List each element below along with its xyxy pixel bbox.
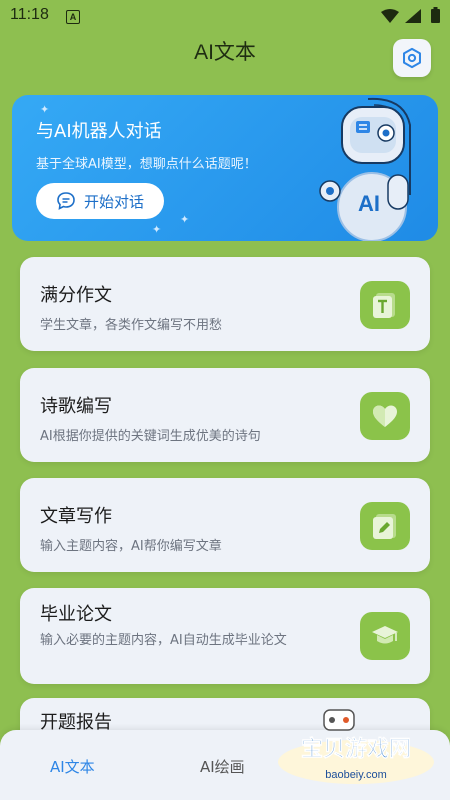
card-icon-box bbox=[360, 392, 410, 440]
watermark-url: baobeiy.com bbox=[325, 769, 387, 781]
card-title: 文章写作 bbox=[40, 506, 112, 527]
status-time: 11:18 bbox=[10, 6, 49, 23]
card-desc: 学生文章，各类作文编写不用愁 bbox=[40, 318, 223, 333]
card-desc: 输入必要的主题内容，AI自动生成毕业论文 bbox=[40, 633, 287, 648]
card-icon-box bbox=[360, 502, 410, 550]
watermark-logo: 宝贝游戏网 baobeiy.com bbox=[278, 709, 434, 784]
banner-subtitle: 基于全球AI模型，想聊点什么话题呢！ bbox=[36, 157, 257, 172]
card-poem-writing[interactable]: 诗歌编写 AI根据你提供的关键词生成优美的诗句 bbox=[20, 368, 430, 462]
notification-icon: A bbox=[66, 10, 80, 24]
sparkle-icon: ✦ bbox=[40, 103, 50, 116]
robot-illustration: AI bbox=[319, 97, 411, 241]
card-title: 满分作文 bbox=[40, 285, 112, 306]
settings-button[interactable] bbox=[393, 39, 431, 77]
signal-icon bbox=[405, 9, 421, 23]
watermark-text: 宝贝游戏网 bbox=[301, 736, 411, 762]
status-bar: 11:18 A bbox=[0, 0, 450, 32]
card-icon-box bbox=[360, 281, 410, 329]
card-title: 诗歌编写 bbox=[40, 396, 112, 417]
robot-badge: AI bbox=[358, 191, 380, 216]
chat-banner[interactable]: ✦ ✦ ✦ 与AI机器人对话 基于全球AI模型，想聊点什么话题呢！ 开始对话 A… bbox=[12, 95, 438, 241]
start-chat-label: 开始对话 bbox=[83, 192, 144, 211]
graduation-cap-icon bbox=[372, 626, 398, 644]
sparkle-icon: ✦ bbox=[152, 223, 162, 236]
card-icon-box bbox=[360, 612, 410, 660]
text-document-icon bbox=[373, 293, 395, 318]
nav-tab-ai-draw[interactable]: AI绘画 bbox=[200, 756, 245, 777]
banner-title: 与AI机器人对话 bbox=[36, 121, 162, 142]
card-graduation-thesis[interactable]: 毕业论文 输入必要的主题内容，AI自动生成毕业论文 bbox=[20, 588, 430, 684]
wifi-icon bbox=[381, 9, 399, 23]
card-article-writing[interactable]: 文章写作 输入主题内容，AI帮你编写文章 bbox=[20, 478, 430, 572]
battery-icon bbox=[431, 7, 440, 23]
start-chat-button[interactable]: 开始对话 bbox=[36, 183, 164, 219]
chat-bubble-icon bbox=[57, 192, 75, 210]
page-title: AI文本 bbox=[194, 41, 256, 64]
heart-icon bbox=[373, 405, 397, 427]
card-title: 毕业论文 bbox=[40, 604, 112, 625]
nav-tab-ai-text[interactable]: AI文本 bbox=[50, 756, 95, 777]
card-desc: 输入主题内容，AI帮你编写文章 bbox=[40, 539, 222, 554]
card-full-score-essay[interactable]: 满分作文 学生文章，各类作文编写不用愁 bbox=[20, 257, 430, 351]
pencil-icon bbox=[373, 514, 396, 539]
settings-icon bbox=[403, 47, 421, 69]
card-desc: AI根据你提供的关键词生成优美的诗句 bbox=[40, 429, 261, 444]
sparkle-icon: ✦ bbox=[180, 213, 190, 226]
